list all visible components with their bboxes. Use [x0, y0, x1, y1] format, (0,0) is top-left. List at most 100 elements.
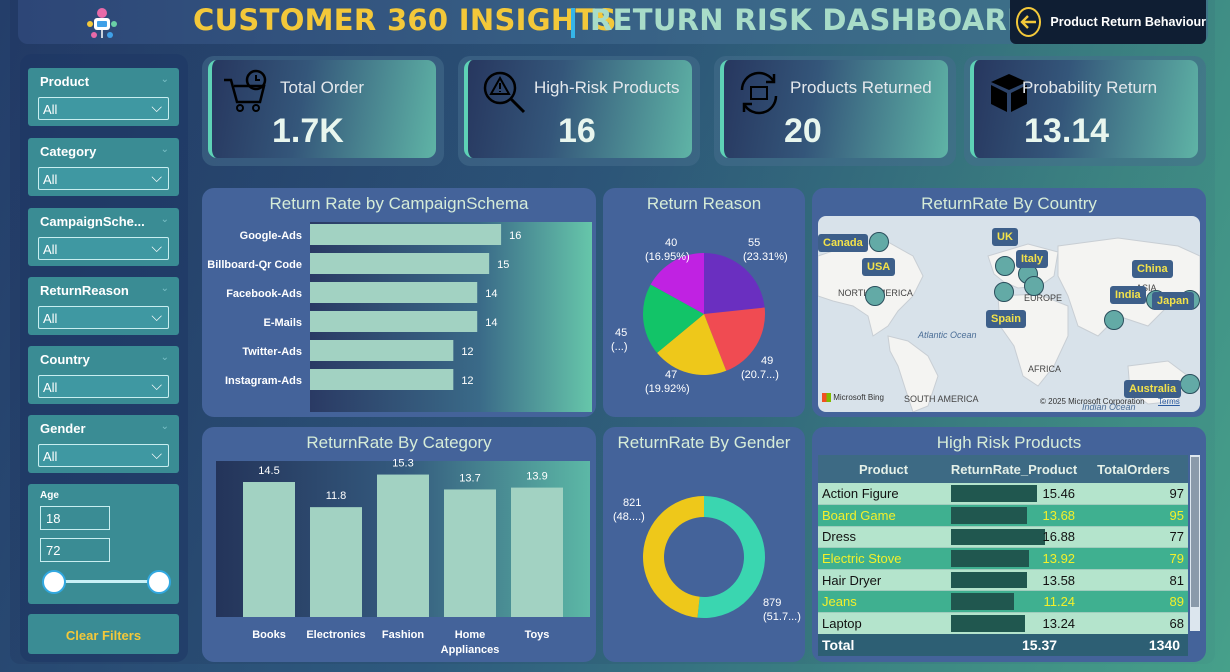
table-row[interactable]: Laptop 13.24 68: [818, 612, 1188, 635]
return-rate-value: 13.92: [1042, 551, 1076, 567]
slicer-dropdown[interactable]: All ⌵: [38, 167, 169, 190]
age-slider-min-handle[interactable]: [42, 570, 66, 594]
kpi-high-risk-products: High-Risk Products 16: [458, 56, 700, 166]
table-scrollbar[interactable]: [1190, 455, 1200, 631]
return-rate-value: 13.58: [1042, 572, 1076, 588]
slice-value-label: 55: [748, 237, 760, 249]
data-bar: [951, 593, 1014, 611]
bar[interactable]: [310, 369, 454, 390]
map-bubble[interactable]: [1024, 276, 1044, 296]
map-label-usa: USA: [862, 258, 896, 276]
category-label: E-Mails: [263, 317, 302, 329]
gender-chart-panel: ReturnRate By Gender 879 (51.7...) 821 (48.…: [603, 427, 805, 662]
table-row[interactable]: Hair Dryer 13.58 81: [818, 569, 1188, 592]
map-label-china: China: [1132, 260, 1173, 278]
map-terms-link[interactable]: Terms: [1158, 397, 1180, 406]
map-bubble[interactable]: [994, 282, 1014, 302]
microsoft-logo-icon: [822, 393, 831, 403]
clear-filters-button[interactable]: Clear Filters: [28, 614, 179, 654]
bar[interactable]: [310, 224, 502, 245]
back-arrow-icon: [1016, 7, 1042, 37]
slicer-dropdown[interactable]: All ⌵: [38, 237, 169, 260]
product-cell: Hair Dryer: [818, 569, 950, 592]
campaign-chart-panel: Return Rate by CampaignSchema Google-Ads…: [202, 188, 596, 417]
slicer-label: Gender: [40, 421, 86, 436]
logo-icon: [87, 8, 117, 38]
high-risk-products-table: Product ReturnRate_Product TotalOrders Act…: [818, 455, 1188, 635]
slicer-dropdown[interactable]: All ⌵: [38, 375, 169, 398]
column-header[interactable]: TotalOrders: [1079, 455, 1188, 483]
world-map[interactable]: NORTH AMERICA EUROPE AFRICA ASIA SOUTH A…: [818, 216, 1200, 412]
bar[interactable]: [310, 311, 478, 332]
slicer-collapse-icon[interactable]: ⌄: [161, 283, 169, 294]
donut-slice[interactable]: [697, 496, 766, 618]
map-bubble[interactable]: [869, 232, 889, 252]
table-row[interactable]: Action Figure 15.46 97: [818, 483, 1188, 506]
return-rate-cell: 15.46: [949, 483, 1080, 506]
map-label-australia: Australia: [1124, 380, 1182, 398]
slicer-collapse-icon[interactable]: ⌄: [161, 214, 169, 225]
column-header[interactable]: Product: [818, 455, 950, 483]
slicer-dropdown[interactable]: All ⌵: [38, 97, 169, 120]
data-label: 11.8: [326, 490, 347, 502]
kpi-title: Probability Return: [1022, 78, 1158, 97]
slicer-collapse-icon[interactable]: ⌄: [161, 144, 169, 155]
total-orders-cell: 77: [1079, 526, 1188, 549]
map-label-spain: Spain: [986, 310, 1026, 328]
donut-slice[interactable]: [643, 496, 704, 618]
bar[interactable]: [243, 482, 295, 617]
slicer-category: Category ⌄ All ⌵: [28, 138, 179, 196]
table-row[interactable]: Board Game 13.68 95: [818, 504, 1188, 527]
category-label: Twitter-Ads: [242, 346, 302, 358]
product-return-behaviour-button[interactable]: Product Return Behaviour: [1010, 0, 1206, 44]
bar[interactable]: [310, 340, 454, 361]
table-row[interactable]: Electric Stove 13.92 79: [818, 547, 1188, 570]
category-chart-panel: ReturnRate By Category 14.5 Books 11.8 Elec…: [202, 427, 596, 662]
age-max-input[interactable]: 72: [40, 538, 110, 562]
return-rate-value: 15.46: [1042, 486, 1076, 502]
total-orders-cell: 79: [1079, 547, 1188, 570]
scrollbar-thumb[interactable]: [1191, 457, 1199, 607]
data-bar: [951, 528, 1046, 546]
category-label: Books: [252, 629, 286, 641]
chevron-down-icon: ⌵: [151, 378, 162, 394]
kpi-value: 1.7K: [272, 112, 344, 150]
slicer-dropdown[interactable]: All ⌵: [38, 444, 169, 467]
chart-title: High Risk Products: [936, 433, 1082, 452]
map-bubble[interactable]: [1104, 310, 1124, 330]
total-orders-cell: 97: [1079, 483, 1188, 506]
bar[interactable]: [310, 253, 490, 274]
category-label: Facebook-Ads: [226, 288, 302, 300]
slicer-dropdown[interactable]: All ⌵: [38, 306, 169, 329]
return-rate-value: 13.24: [1042, 615, 1076, 631]
map-bubble[interactable]: [1180, 374, 1200, 394]
age-min-input[interactable]: 18: [40, 506, 110, 530]
slicer-collapse-icon[interactable]: ⌄: [161, 421, 169, 432]
product-cell: Laptop: [818, 612, 950, 635]
slicer-gender: Gender ⌄ All ⌵: [28, 415, 179, 473]
bar[interactable]: [310, 282, 478, 303]
column-header[interactable]: ReturnRate_Product: [949, 455, 1080, 483]
slicer-returnreason: ReturnReason ⌄ All ⌵: [28, 277, 179, 335]
return-rate-cell: 13.24: [949, 612, 1080, 635]
table-row[interactable]: Jeans 11.24 89: [818, 590, 1188, 614]
data-label: 13.7: [459, 472, 480, 484]
total-orders-cell: 89: [1079, 590, 1188, 614]
slice-percent-label: (23.31%): [743, 251, 788, 263]
bar[interactable]: [310, 507, 362, 617]
map-bubble[interactable]: [865, 286, 885, 306]
map-bubble[interactable]: [995, 256, 1015, 276]
age-slider-max-handle[interactable]: [147, 570, 171, 594]
bar[interactable]: [444, 489, 496, 617]
slicer-collapse-icon[interactable]: ⌄: [161, 74, 169, 85]
data-label: 14: [485, 317, 497, 329]
chevron-down-icon: ⌵: [151, 447, 162, 463]
return-rate-cell: 13.68: [949, 504, 1080, 527]
category-bar-chart: 14.5 Books 11.8 Electronics 15.3 Fashion 13.7 H…: [216, 458, 590, 656]
kpi-total-order: Total Order 1.7K: [202, 56, 444, 166]
table-row[interactable]: Dress 16.88 77: [818, 526, 1188, 549]
kpi-title: Total Order: [280, 78, 365, 97]
bar[interactable]: [511, 487, 563, 617]
slicer-collapse-icon[interactable]: ⌄: [161, 352, 169, 363]
bar[interactable]: [377, 474, 429, 617]
